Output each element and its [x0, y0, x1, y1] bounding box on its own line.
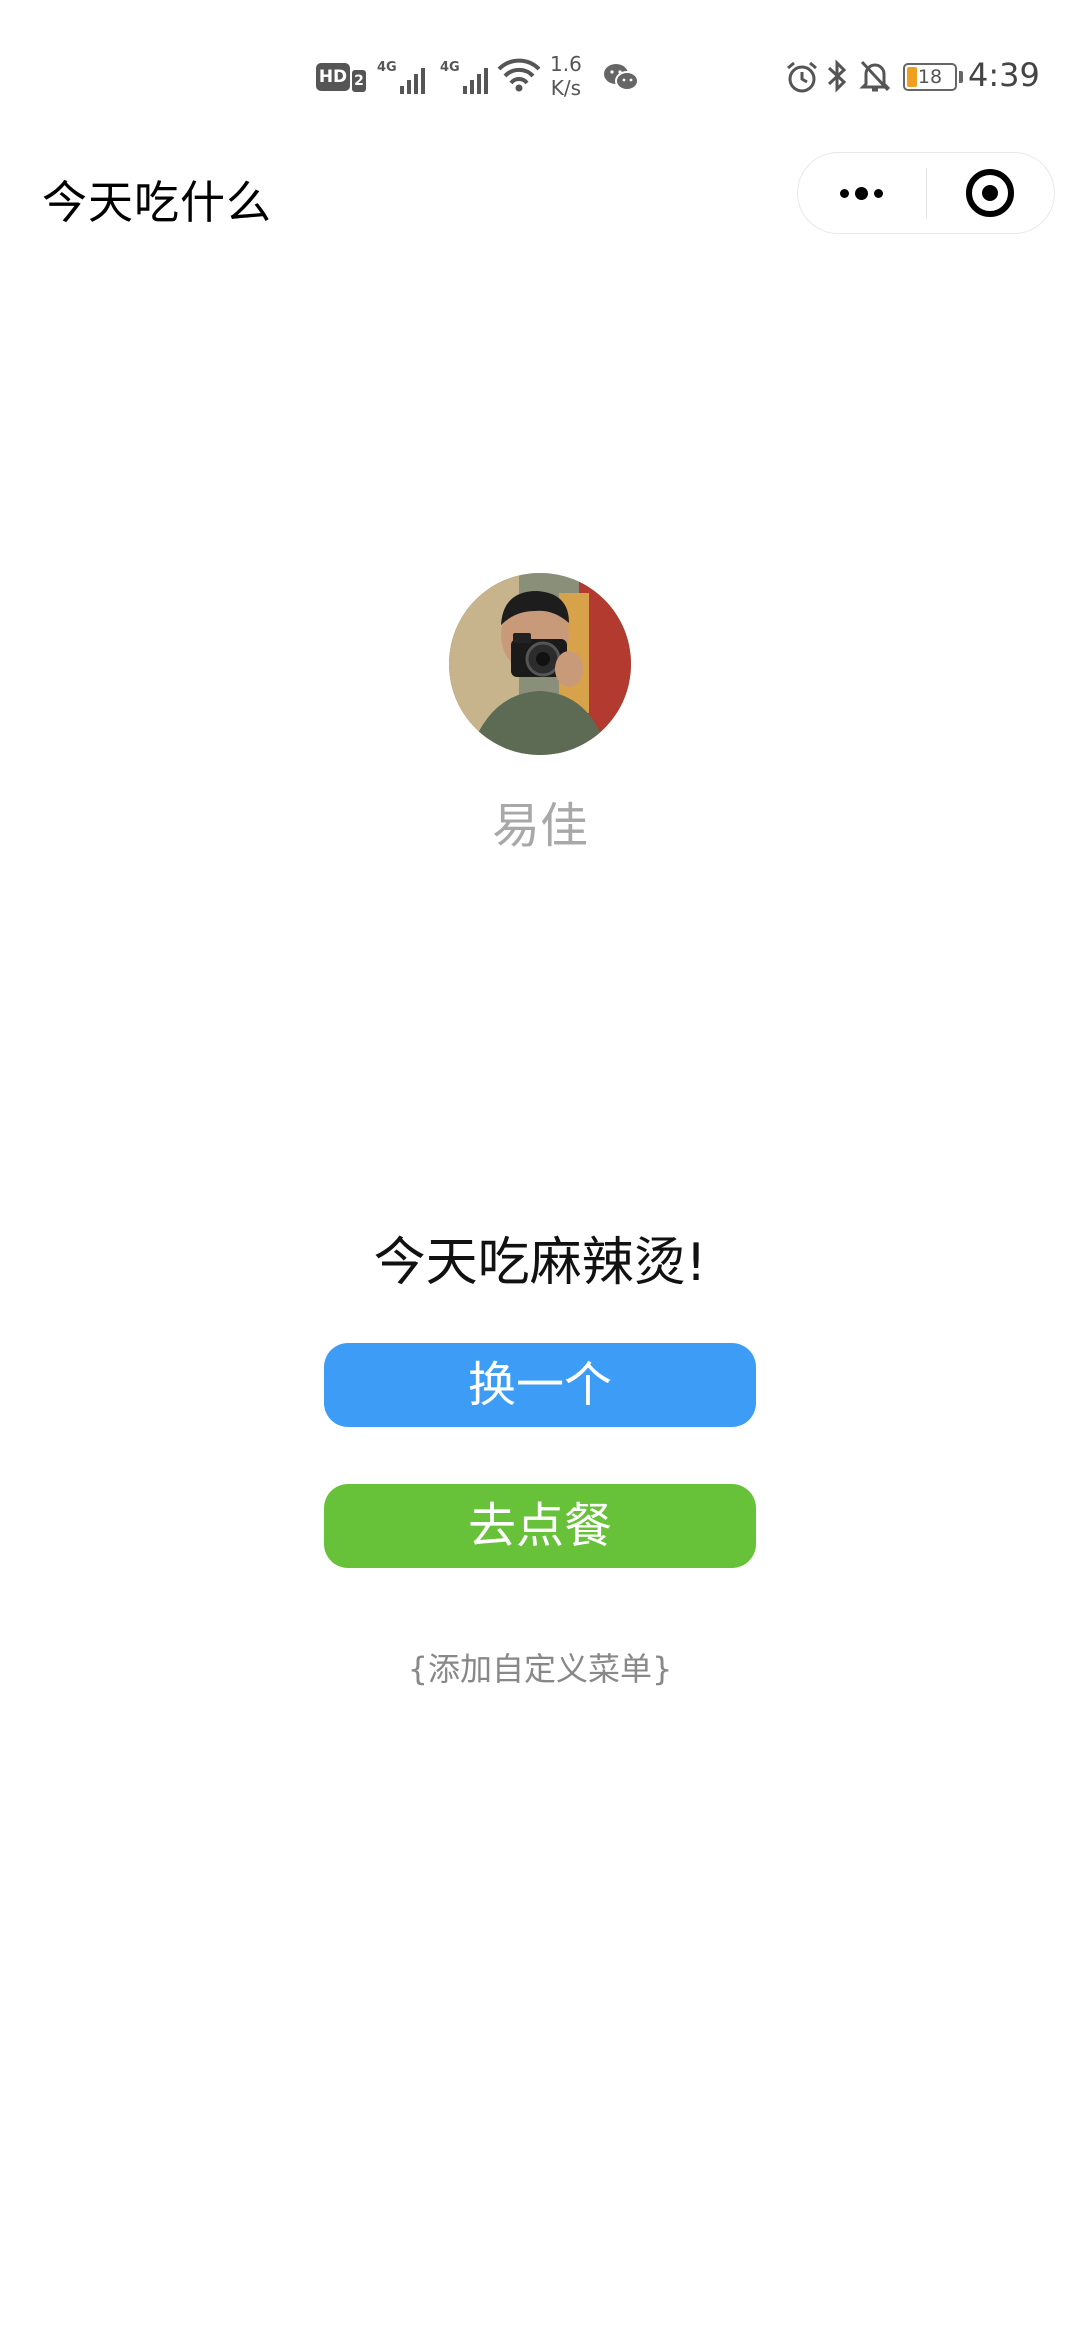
- avatar: [449, 573, 631, 755]
- bluetooth-icon: [826, 58, 848, 94]
- battery-icon: 18: [903, 63, 963, 91]
- signal-icon: 4G: [377, 60, 425, 94]
- order-button[interactable]: 去点餐: [324, 1484, 756, 1568]
- hd-icon: HD 2: [316, 62, 366, 92]
- network-speed: 1.6 K/s: [550, 52, 582, 100]
- battery-level: 18: [917, 66, 943, 88]
- speed-value: 1.6: [550, 52, 582, 76]
- page-title: 今天吃什么: [42, 176, 273, 229]
- hd-sub-label: 2: [352, 70, 366, 92]
- alarm-icon: [785, 60, 819, 94]
- user-name: 易佳: [491, 798, 588, 854]
- mute-icon: [858, 58, 892, 94]
- add-custom-menu-link[interactable]: {添加自定义菜单}: [0, 1644, 1080, 1690]
- clock-time: 4:39: [968, 56, 1040, 94]
- page: HD 2 4G 4G 1.6 K/s 18 4:39 今天吃什么 易佳 今天吃麻…: [0, 0, 1080, 2340]
- food-suggestion: 今天吃麻辣烫!: [373, 1233, 707, 1293]
- hd-label: HD: [316, 63, 350, 91]
- speed-unit: K/s: [550, 76, 582, 100]
- close-button[interactable]: [927, 153, 1055, 233]
- wifi-icon: [497, 58, 541, 92]
- change-button[interactable]: 换一个: [324, 1343, 756, 1427]
- close-target-icon: [966, 169, 1015, 217]
- wechat-icon: [603, 62, 639, 92]
- network-type-label: 4G: [377, 60, 397, 75]
- mini-program-capsule: [797, 152, 1055, 234]
- more-icon: [840, 186, 884, 200]
- signal-icon-2: 4G: [440, 60, 488, 94]
- more-button[interactable]: [798, 153, 926, 233]
- network-type-label-2: 4G: [440, 60, 460, 75]
- status-bar: HD 2 4G 4G 1.6 K/s 18 4:39: [0, 0, 1080, 150]
